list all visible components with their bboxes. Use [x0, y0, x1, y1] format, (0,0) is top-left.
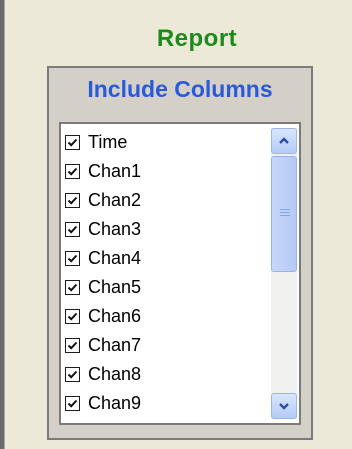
column-label: Chan7	[88, 335, 142, 355]
column-label: Chan1	[88, 161, 142, 181]
left-divider	[0, 0, 5, 449]
checkmark-icon	[67, 167, 78, 176]
include-columns-group: Include Columns Time Chan1 Chan2 Chan3 Chan4…	[47, 66, 313, 440]
column-item-chan3[interactable]: Chan3	[65, 215, 275, 244]
checkmark-icon	[67, 399, 78, 408]
scroll-thumb[interactable]	[271, 156, 297, 272]
chevron-up-icon	[279, 137, 289, 144]
checkmark-icon	[67, 254, 78, 263]
scroll-down-button[interactable]	[271, 393, 297, 419]
column-item-time[interactable]: Time	[65, 128, 275, 157]
column-checkbox[interactable]	[65, 309, 80, 324]
column-item-chan2[interactable]: Chan2	[65, 186, 275, 215]
checkmark-icon	[67, 196, 78, 205]
column-item-chan8[interactable]: Chan8	[65, 360, 275, 389]
column-checkbox[interactable]	[65, 280, 80, 295]
column-label: Chan5	[88, 277, 142, 297]
column-item-chan9[interactable]: Chan9	[65, 389, 275, 418]
column-item-chan4[interactable]: Chan4	[65, 244, 275, 273]
column-label: Time	[88, 132, 128, 152]
columns-list: Time Chan1 Chan2 Chan3 Chan4 Chan5 Chan6 Chan7 C…	[65, 128, 275, 418]
column-checkbox[interactable]	[65, 193, 80, 208]
column-checkbox[interactable]	[65, 396, 80, 411]
checkmark-icon	[67, 341, 78, 350]
checkmark-icon	[67, 283, 78, 292]
column-item-chan1[interactable]: Chan1	[65, 157, 275, 186]
column-item-chan7[interactable]: Chan7	[65, 331, 275, 360]
include-columns-title: Include Columns	[87, 76, 273, 102]
column-label: Chan8	[88, 364, 142, 384]
column-label: Chan3	[88, 219, 142, 239]
column-item-chan6[interactable]: Chan6	[65, 302, 275, 331]
checkmark-icon	[67, 312, 78, 321]
column-label: Chan6	[88, 306, 142, 326]
column-checkbox[interactable]	[65, 251, 80, 266]
column-checkbox[interactable]	[65, 135, 80, 150]
checkmark-icon	[67, 370, 78, 379]
checkmark-icon	[67, 225, 78, 234]
chevron-down-icon	[279, 403, 289, 410]
columns-checklist[interactable]: Time Chan1 Chan2 Chan3 Chan4 Chan5 Chan6 Chan7 C…	[59, 122, 301, 425]
column-item-chan5[interactable]: Chan5	[65, 273, 275, 302]
checkmark-icon	[67, 138, 78, 147]
column-label: Chan2	[88, 190, 142, 210]
column-checkbox[interactable]	[65, 338, 80, 353]
vertical-scrollbar[interactable]	[271, 128, 297, 419]
column-label: Chan4	[88, 248, 142, 268]
column-checkbox[interactable]	[65, 164, 80, 179]
column-checkbox[interactable]	[65, 367, 80, 382]
report-title: Report	[156, 25, 238, 52]
grip-icon	[280, 209, 290, 218]
column-checkbox[interactable]	[65, 222, 80, 237]
column-label: Chan9	[88, 393, 142, 413]
scroll-up-button[interactable]	[271, 128, 297, 154]
